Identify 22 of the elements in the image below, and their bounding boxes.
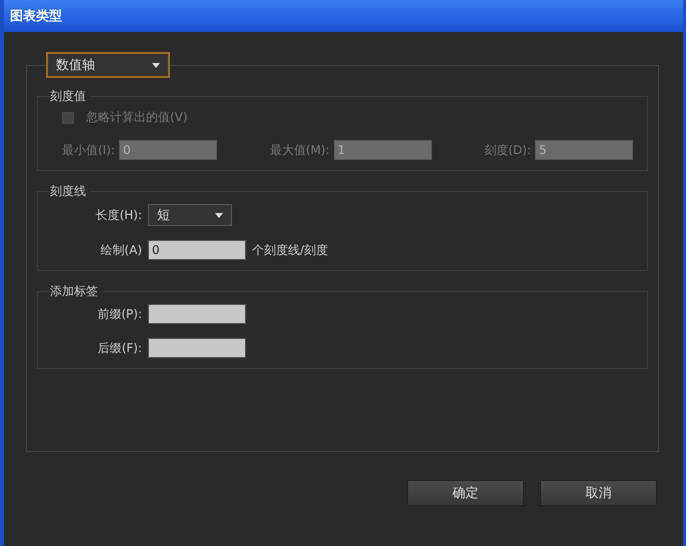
window-title: 图表类型 [10,8,62,25]
field-label: 后缀(F): [96,340,142,356]
caret-icon [152,62,160,68]
group-title: 添加标签 [50,284,98,298]
field-label: 刻度(D): [484,142,531,158]
field-label: 绘制(A) [99,242,142,258]
input-field[interactable] [148,338,246,358]
group-title: 刻度线 [50,184,86,198]
dialog-button[interactable]: 确定 [407,480,524,506]
length-dropdown[interactable]: 短 [148,204,232,226]
dialog-button[interactable]: 取消 [540,480,657,506]
unit-label: 个刻度线/刻度 [252,242,328,258]
field-label: 最大值(M): [270,142,330,158]
field-label: 前缀(P): [96,306,142,322]
caret-icon [215,212,223,218]
group-title: 刻度值 [50,89,86,103]
input-field[interactable]: 0 [148,240,246,260]
input-field[interactable] [148,304,246,324]
field-label: 长度(H): [94,206,142,224]
checkbox-label: 忽略计算出的值(V) [86,109,188,126]
field-label: 最小值(I): [62,142,115,158]
axis-dropdown[interactable]: 数值轴 [46,52,170,78]
